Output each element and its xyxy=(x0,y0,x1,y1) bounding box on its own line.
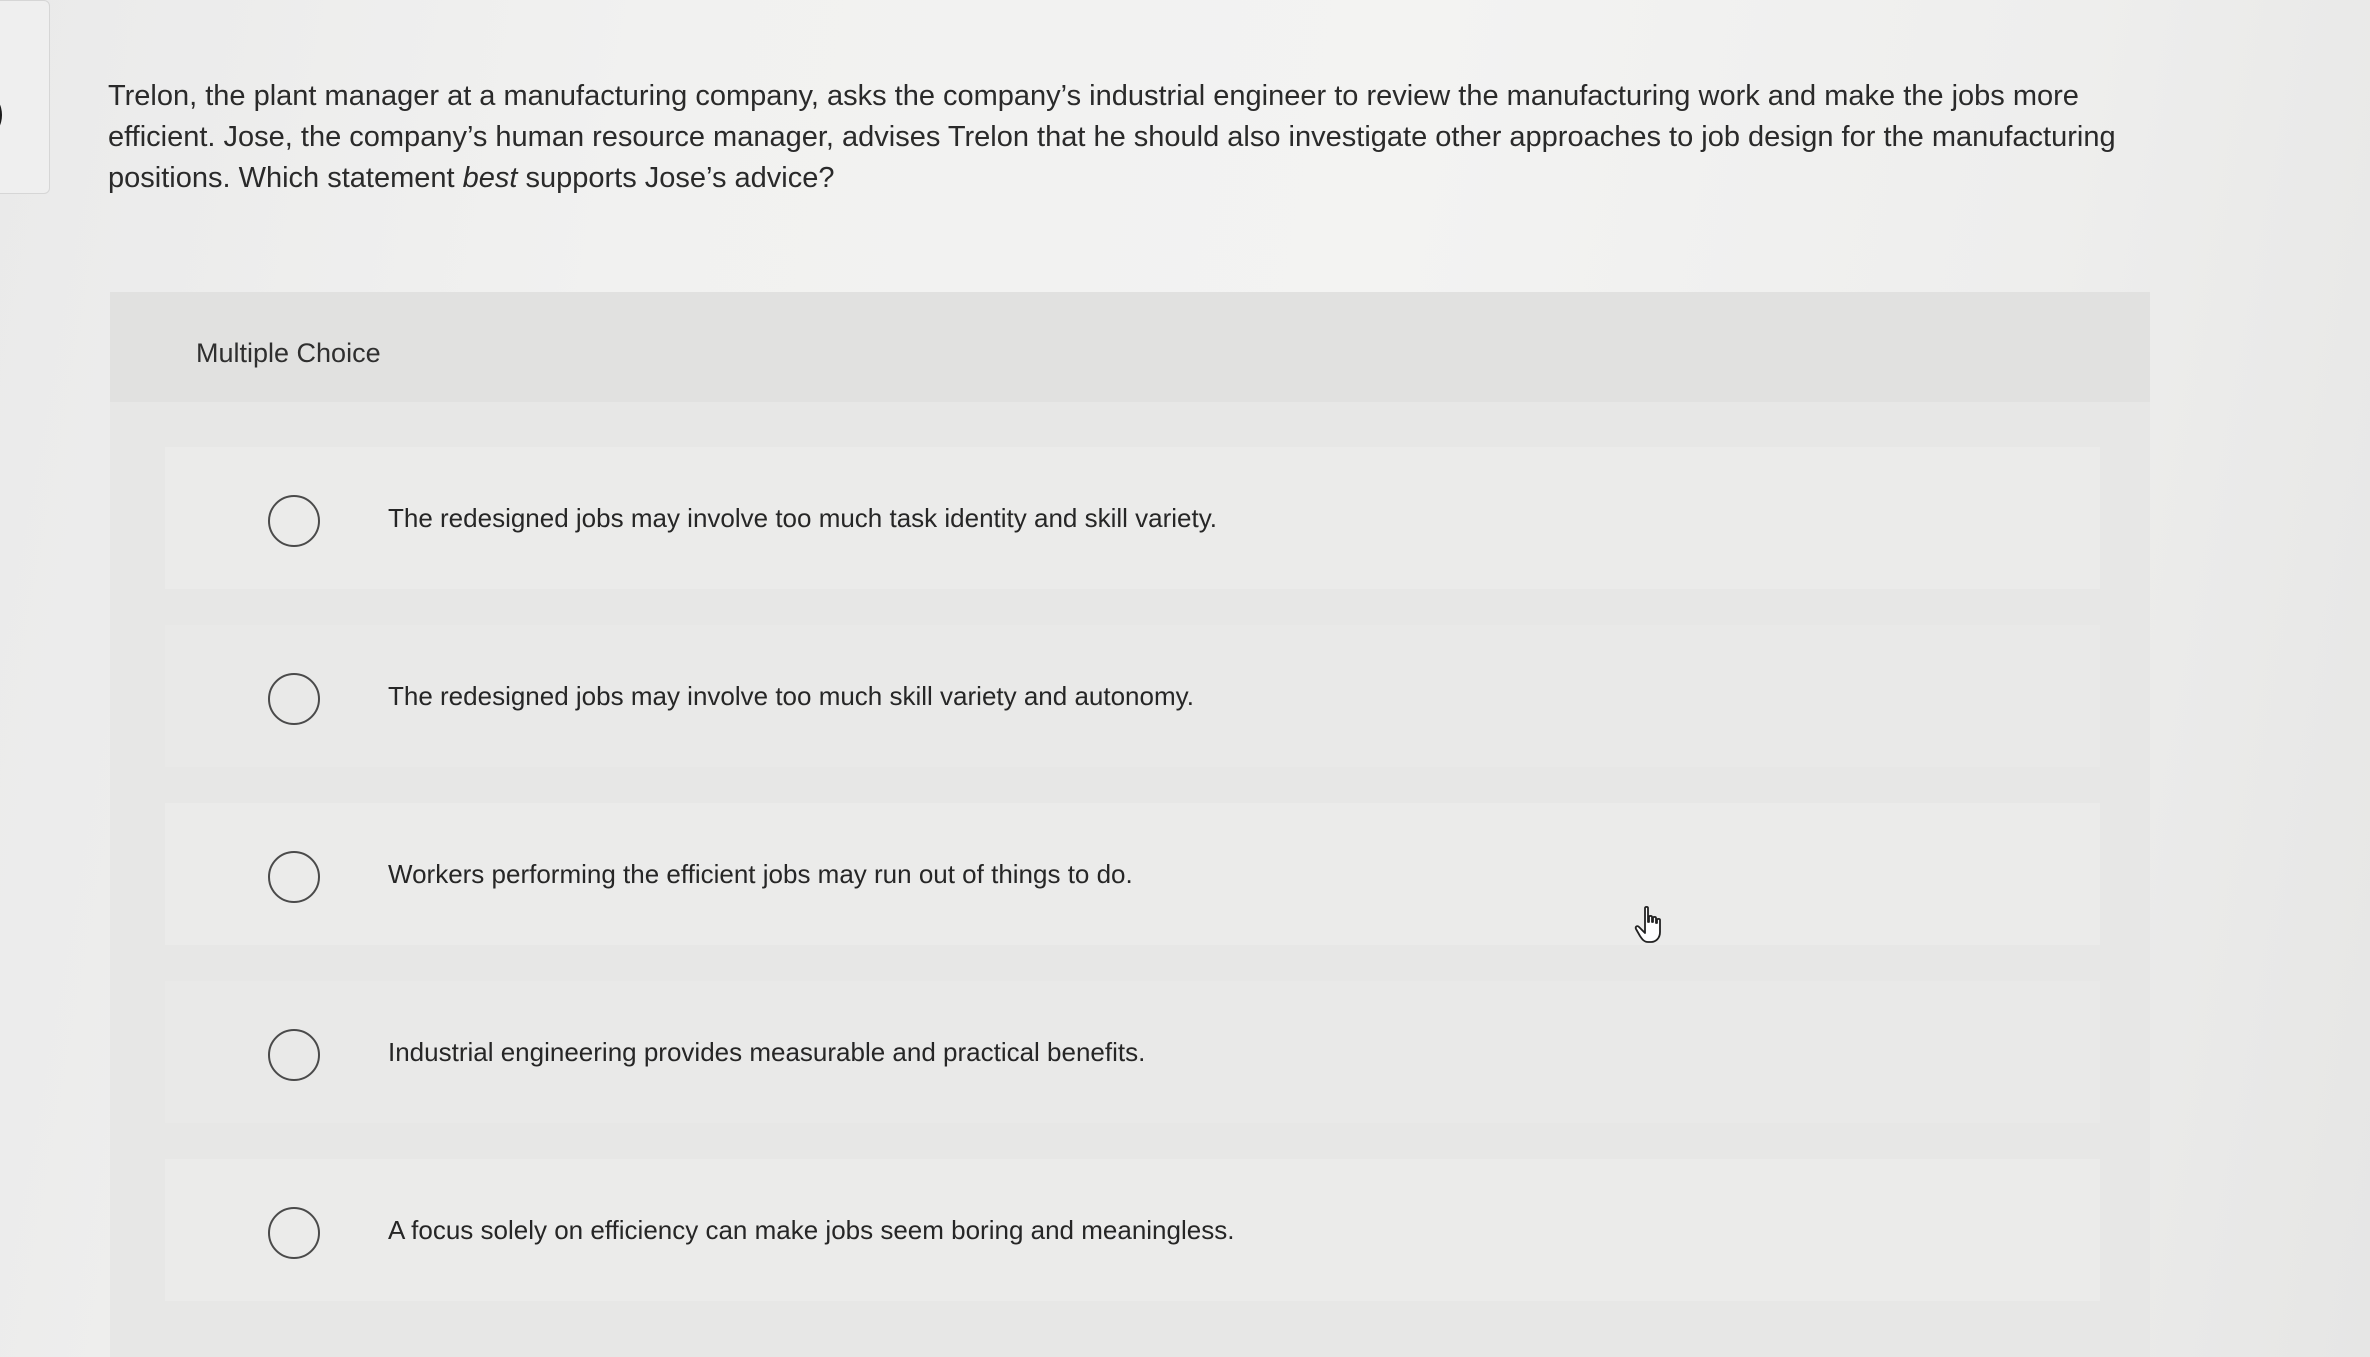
side-panel-marker xyxy=(0,97,2,133)
answer-option-5-label: A focus solely on efficiency can make jo… xyxy=(388,1215,1235,1245)
multiple-choice-header: Multiple Choice xyxy=(110,292,2150,402)
question-text-after: supports Jose’s advice? xyxy=(517,162,835,194)
radio-button-5[interactable] xyxy=(268,1207,320,1259)
question-text-before: Trelon, the plant manager at a manufactu… xyxy=(108,80,2116,194)
answer-option-2[interactable]: The redesigned jobs may involve too much… xyxy=(165,625,2100,767)
side-panel-tab[interactable] xyxy=(0,0,50,194)
multiple-choice-label: Multiple Choice xyxy=(196,338,381,368)
radio-button-4[interactable] xyxy=(268,1029,320,1081)
question-prompt: Trelon, the plant manager at a manufactu… xyxy=(108,76,2118,199)
radio-button-1[interactable] xyxy=(268,495,320,547)
radio-button-3[interactable] xyxy=(268,851,320,903)
multiple-choice-panel: Multiple Choice The redesigned jobs may … xyxy=(110,292,2150,1357)
question-emphasis: best xyxy=(462,162,518,194)
answer-option-1[interactable]: The redesigned jobs may involve too much… xyxy=(165,447,2100,589)
answer-option-5[interactable]: A focus solely on efficiency can make jo… xyxy=(165,1159,2100,1301)
answer-option-1-label: The redesigned jobs may involve too much… xyxy=(388,503,1218,533)
answer-option-3[interactable]: Workers performing the efficient jobs ma… xyxy=(165,803,2100,945)
answer-option-3-label: Workers performing the efficient jobs ma… xyxy=(388,859,1133,889)
answer-option-4-label: Industrial engineering provides measurab… xyxy=(388,1037,1146,1067)
radio-button-2[interactable] xyxy=(268,673,320,725)
answer-option-2-label: The redesigned jobs may involve too much… xyxy=(388,681,1194,711)
hand-pointer-icon xyxy=(1634,905,1661,943)
answer-option-4[interactable]: Industrial engineering provides measurab… xyxy=(165,981,2100,1123)
